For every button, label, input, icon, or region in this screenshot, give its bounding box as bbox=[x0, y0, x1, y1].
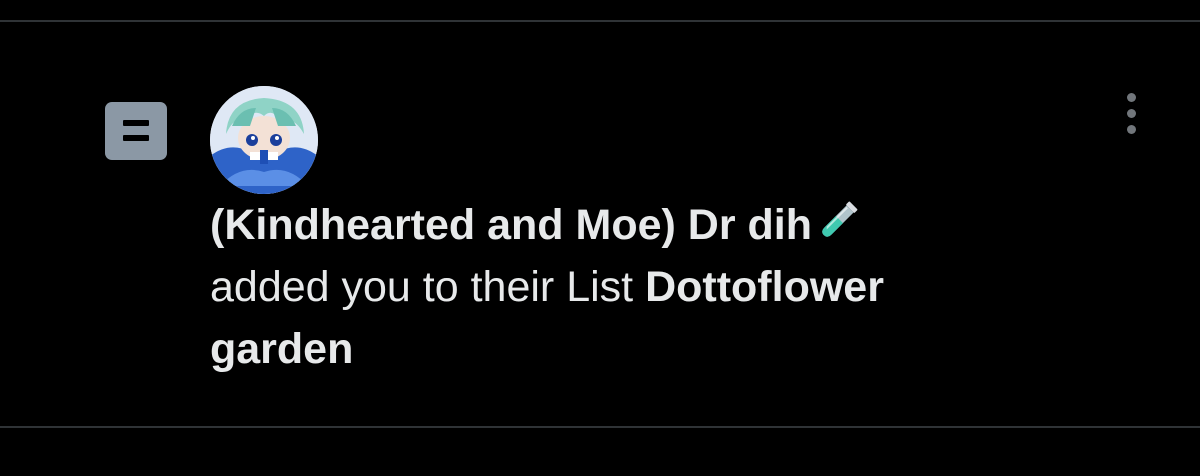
list-icon bbox=[105, 102, 167, 160]
list-name-link[interactable]: Dottoflower bbox=[645, 263, 884, 311]
more-vertical-icon bbox=[1127, 125, 1136, 134]
list-icon-bar bbox=[123, 135, 149, 141]
user-line: (Kindhearted and Moe) Dr dih bbox=[210, 194, 1110, 256]
avatar[interactable] bbox=[210, 86, 318, 194]
list-icon-bar bbox=[123, 120, 149, 126]
notification-text: (Kindhearted and Moe) Dr dih added you t… bbox=[210, 194, 1110, 380]
test-tube-icon bbox=[822, 201, 858, 237]
action-line: added you to their List Dottoflower bbox=[210, 256, 1110, 318]
bottom-divider bbox=[0, 426, 1200, 428]
more-options-button[interactable] bbox=[1110, 86, 1154, 140]
more-vertical-icon bbox=[1127, 109, 1136, 118]
user-name-link[interactable]: (Kindhearted and Moe) Dr dih bbox=[210, 201, 812, 249]
action-text: added you to their List bbox=[210, 263, 634, 311]
notification-item[interactable]: (Kindhearted and Moe) Dr dih added you t… bbox=[0, 22, 1200, 426]
more-vertical-icon bbox=[1127, 93, 1136, 102]
list-name-line: garden bbox=[210, 318, 1110, 380]
avatar-image bbox=[210, 86, 318, 194]
list-name-link-continued[interactable]: garden bbox=[210, 325, 353, 373]
